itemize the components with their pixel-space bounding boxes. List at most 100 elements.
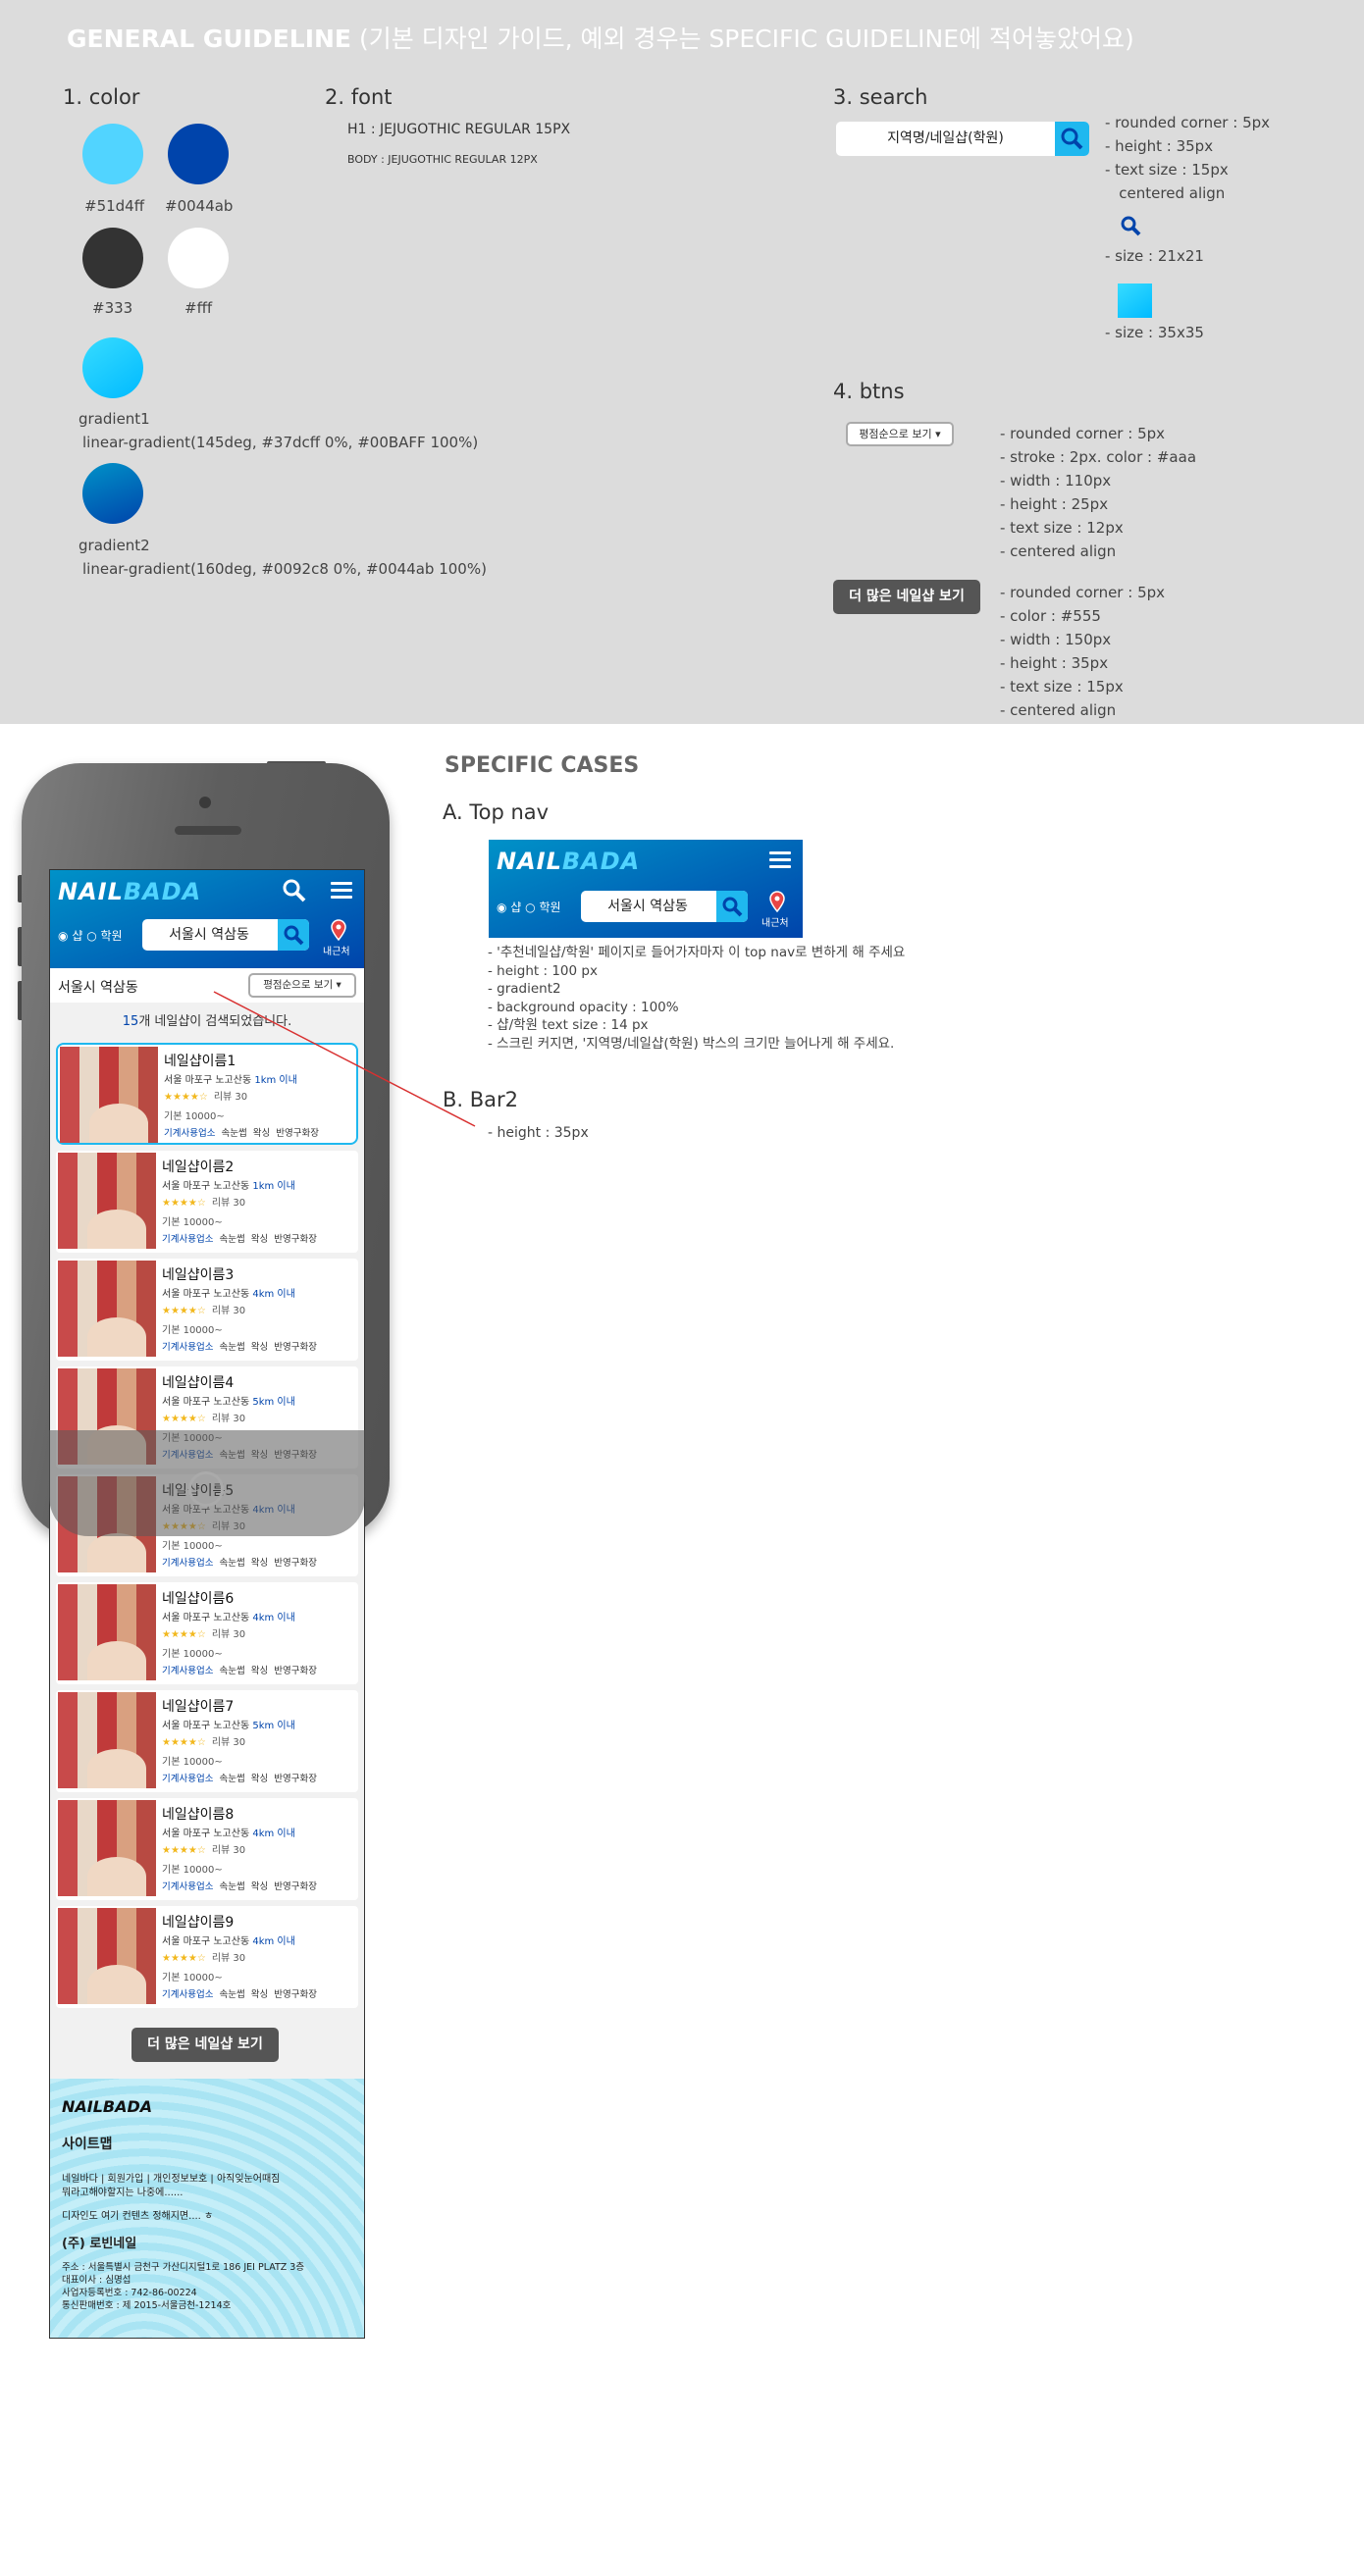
- more-button-sample[interactable]: 더 많은 네일샵 보기: [833, 580, 980, 614]
- swatch-label: #51d4ff: [84, 197, 145, 215]
- footer-links[interactable]: 네일바다 | 회원가입 | 개인정보보호 | 아직잊눈어때짐: [62, 2173, 280, 2187]
- shop-card[interactable]: 네일샵이름7 서울 마포구 노고산동 5km 이내 ★★★★☆ 리뷰 30 기본 100…: [56, 1690, 358, 1792]
- shop-name[interactable]: 네일샵이름4: [162, 1372, 234, 1392]
- radio-shop-label[interactable]: 샵: [72, 929, 82, 943]
- shop-card[interactable]: 네일샵이름3 서울 마포구 노고산동 4km 이내 ★★★★☆ 리뷰 30 기본 100…: [56, 1259, 358, 1361]
- shop-tags: 기계사용업소 속눈썹 왁싱 반영구화장: [162, 1234, 317, 1245]
- shop-thumbnail[interactable]: [60, 1047, 158, 1143]
- shop-rating: ★★★★☆리뷰 30: [162, 1737, 246, 1748]
- shop-thumbnail[interactable]: [58, 1692, 156, 1788]
- search-icon: [284, 925, 304, 946]
- shop-rating: ★★★★☆리뷰 30: [162, 1198, 246, 1209]
- search-sample: 지역명/네일샵(학원): [836, 122, 1089, 156]
- shop-price: 기본 10000~: [164, 1111, 225, 1122]
- location-search-button[interactable]: [278, 919, 309, 951]
- shop-name[interactable]: 네일샵이름3: [162, 1264, 234, 1284]
- color-heading: 1. color: [63, 85, 140, 109]
- shop-price: 기본 10000~: [162, 1541, 223, 1552]
- guideline-title: GENERAL GUIDELINE (기본 디자인 가이드, 예외 경우는 SP…: [67, 25, 1134, 53]
- shop-name[interactable]: 네일샵이름8: [162, 1804, 234, 1824]
- font-heading: 2. font: [325, 85, 393, 109]
- top-nav: NAILBADA ◉ 샵 ○ 학원 서울시 역삼동 내근처: [50, 870, 364, 968]
- swatch-label: #0044ab: [165, 197, 234, 215]
- shop-tags: 기계사용업소 속눈썹 왁싱 반영구화장: [162, 1342, 317, 1353]
- shop-address: 서울 마포구 노고산동 4km 이내: [162, 1289, 295, 1300]
- search-sample-btn: [716, 891, 748, 922]
- shop-address: 서울 마포구 노고산동 1km 이내: [162, 1181, 295, 1192]
- search-icon: [1061, 128, 1083, 150]
- shop-address: 서울 마포구 노고산동 4km 이내: [162, 1613, 295, 1623]
- location-search[interactable]: 서울시 역삼동: [142, 919, 309, 951]
- company-mail-order: 통신판매번호 : 제 2015-서울금천-1214호: [62, 2300, 232, 2311]
- icon-size-note: - size : 21x21: [1105, 247, 1204, 265]
- footer: NAILBADA 사이트맵 네일바다 | 회원가입 | 개인정보보호 | 아직잊…: [50, 2079, 364, 2338]
- shop-thumbnail[interactable]: [58, 1800, 156, 1896]
- search-sample-box: 서울시 역삼동: [581, 891, 748, 922]
- shop-address: 서울 마포구 노고산동 4km 이내: [162, 1829, 295, 1839]
- radio-academy-icon[interactable]: ○: [86, 929, 96, 943]
- menu-icon[interactable]: [331, 882, 352, 900]
- phone-home-button[interactable]: [188, 1471, 224, 1507]
- bar2-notes: - height : 35px: [488, 1125, 589, 1141]
- footer-logo: NAILBADA: [62, 2097, 153, 2116]
- phone-camera: [199, 797, 211, 808]
- radio-academy-label[interactable]: 학원: [101, 929, 123, 943]
- result-count: 15개 네일샵이 검색되었습니다.: [122, 1014, 292, 1029]
- top-nav-notes: - '추천네일샵/학원' 페이지로 들어가자마자 이 top nav로 변하게 …: [488, 945, 906, 1052]
- radio-group-sample: ◉ 샵 ○ 학원: [497, 901, 561, 914]
- shop-card[interactable]: 네일샵이름8 서울 마포구 노고산동 4km 이내 ★★★★☆ 리뷰 30 기본 100…: [56, 1798, 358, 1900]
- radio-shop-icon[interactable]: ◉: [58, 929, 68, 943]
- location-search-input[interactable]: 서울시 역삼동: [142, 919, 276, 951]
- shop-card[interactable]: 네일샵이름9 서울 마포구 노고산동 4km 이내 ★★★★☆ 리뷰 30 기본 100…: [56, 1906, 358, 2008]
- sort-button-sample[interactable]: 평점순으로 보기 ▾: [846, 422, 954, 446]
- shop-thumbnail[interactable]: [58, 1908, 156, 2004]
- shop-name[interactable]: 네일샵이름9: [162, 1912, 234, 1932]
- gradient2-label: gradient2: [79, 537, 150, 554]
- shop-price: 기본 10000~: [162, 1217, 223, 1228]
- shop-thumbnail[interactable]: [58, 1153, 156, 1249]
- specific-cases-title: SPECIFIC CASES: [445, 753, 640, 778]
- shop-card[interactable]: 네일샵이름2 서울 마포구 노고산동 1km 이내 ★★★★☆ 리뷰 30 기본 100…: [56, 1151, 358, 1253]
- more-shops-button[interactable]: 더 많은 네일샵 보기: [131, 2028, 279, 2062]
- gradient1-css: linear-gradient(145deg, #37dcff 0%, #00B…: [82, 434, 479, 451]
- sitemap-heading: 사이트맵: [62, 2137, 113, 2152]
- shop-rating: ★★★★☆리뷰 30: [162, 1629, 246, 1640]
- shop-tags: 기계사용업소 속눈썹 왁싱 반영구화장: [162, 1558, 317, 1569]
- shop-address: 서울 마포구 노고산동 5km 이내: [162, 1721, 295, 1731]
- shop-card[interactable]: 네일샵이름1 서울 마포구 노고산동 1km 이내 ★★★★☆ 리뷰 30 기본 100…: [56, 1043, 358, 1145]
- shop-tags: 기계사용업소 속눈썹 왁싱 반영구화장: [162, 1774, 317, 1784]
- shop-name[interactable]: 네일샵이름6: [162, 1588, 234, 1608]
- shop-address: 서울 마포구 노고산동 1km 이내: [164, 1075, 297, 1086]
- shop-name[interactable]: 네일샵이름1: [164, 1051, 236, 1070]
- shop-tags: 기계사용업소 속눈썹 왁싱 반영구화장: [164, 1128, 319, 1139]
- location-bar: 서울시 역삼동 평점순으로 보기 ▾: [50, 968, 364, 1003]
- company-biz-number: 사업자등록번호 : 742-86-00224: [62, 2288, 197, 2298]
- search-sample-button: [1055, 122, 1089, 156]
- shop-rating: ★★★★☆리뷰 30: [164, 1092, 248, 1103]
- menu-icon: [769, 851, 791, 869]
- nearby-label[interactable]: 내근처: [323, 943, 350, 957]
- shop-tags: 기계사용업소 속눈썹 왁싱 반영구화장: [162, 1666, 317, 1676]
- shop-rating: ★★★★☆리뷰 30: [162, 1845, 246, 1856]
- search-sample-text: 지역명/네일샵(학원): [887, 130, 1004, 146]
- shop-name[interactable]: 네일샵이름2: [162, 1157, 234, 1176]
- gradient1-label: gradient1: [79, 410, 150, 428]
- font-body-spec: BODY : JEJUGOTHIC REGULAR 12PX: [347, 153, 538, 166]
- font-h1-spec: H1 : JEJUGOTHIC REGULAR 15PX: [347, 122, 571, 137]
- shop-thumbnail[interactable]: [58, 1261, 156, 1357]
- company-address: 주소 : 서울특별시 금천구 가산디지털1로 186 JEI PLATZ 3층: [62, 2262, 305, 2273]
- swatch-0044ab: [168, 124, 229, 184]
- btns-heading: 4. btns: [833, 380, 905, 403]
- sample-logo: NAILBADA: [497, 848, 641, 875]
- search-icon[interactable]: [282, 878, 307, 903]
- shop-card[interactable]: 네일샵이름6 서울 마포구 노고산동 4km 이내 ★★★★☆ 리뷰 30 기본 100…: [56, 1582, 358, 1684]
- shop-name[interactable]: 네일샵이름7: [162, 1696, 234, 1716]
- search-icon-sample: [1121, 216, 1141, 236]
- shop-rating: ★★★★☆리뷰 30: [162, 1953, 246, 1964]
- shop-thumbnail[interactable]: [58, 1584, 156, 1680]
- sort-button[interactable]: 평점순으로 보기 ▾: [248, 973, 356, 998]
- shop-rating: ★★★★☆리뷰 30: [162, 1306, 246, 1316]
- app-logo: NAILBADA: [58, 878, 202, 905]
- location-pin-icon[interactable]: [330, 919, 347, 941]
- shop-tags: 기계사용업소 속눈썹 왁싱 반영구화장: [162, 1989, 317, 2000]
